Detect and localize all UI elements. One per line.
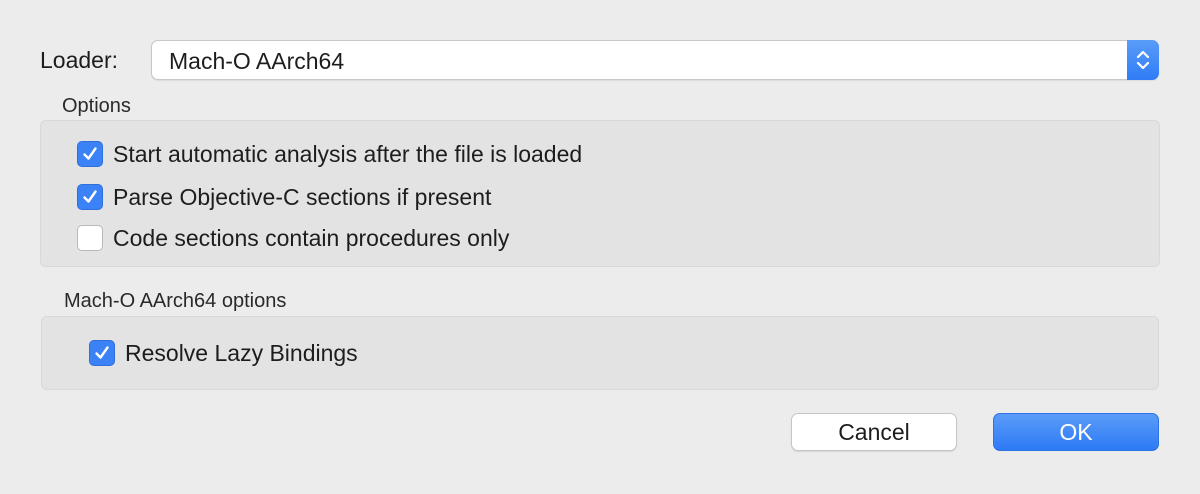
options-group-title: Options	[62, 95, 131, 117]
option-parse-objc[interactable]: Parse Objective-C sections if present	[77, 183, 491, 211]
cancel-button[interactable]: Cancel	[791, 413, 957, 451]
loader-popup-button[interactable]: Mach-O AArch64	[151, 40, 1159, 80]
macho-options-group-box: Resolve Lazy Bindings	[41, 316, 1159, 390]
option-resolve-lazy-bindings-label: Resolve Lazy Bindings	[125, 340, 358, 366]
checkbox-checked-icon[interactable]	[77, 184, 103, 210]
macho-options-group-title: Mach-O AArch64 options	[64, 290, 287, 312]
option-auto-analysis[interactable]: Start automatic analysis after the file …	[77, 140, 582, 168]
loader-row: Loader: Mach-O AArch64	[40, 40, 1160, 80]
option-auto-analysis-label: Start automatic analysis after the file …	[113, 141, 583, 167]
option-resolve-lazy-bindings[interactable]: Resolve Lazy Bindings	[89, 339, 358, 367]
options-group-box: Start automatic analysis after the file …	[40, 120, 1160, 267]
checkbox-checked-icon[interactable]	[77, 141, 103, 167]
checkbox-unchecked-icon[interactable]	[77, 225, 103, 251]
checkbox-checked-icon[interactable]	[89, 340, 115, 366]
option-code-procedures-label: Code sections contain procedures only	[113, 225, 510, 251]
option-parse-objc-label: Parse Objective-C sections if present	[113, 184, 492, 210]
option-code-procedures[interactable]: Code sections contain procedures only	[77, 224, 509, 252]
loader-selected-value: Mach-O AArch64	[169, 48, 345, 74]
loader-label: Loader:	[40, 47, 119, 73]
up-down-chevron-icon[interactable]	[1127, 40, 1159, 80]
ok-button[interactable]: OK	[993, 413, 1159, 451]
